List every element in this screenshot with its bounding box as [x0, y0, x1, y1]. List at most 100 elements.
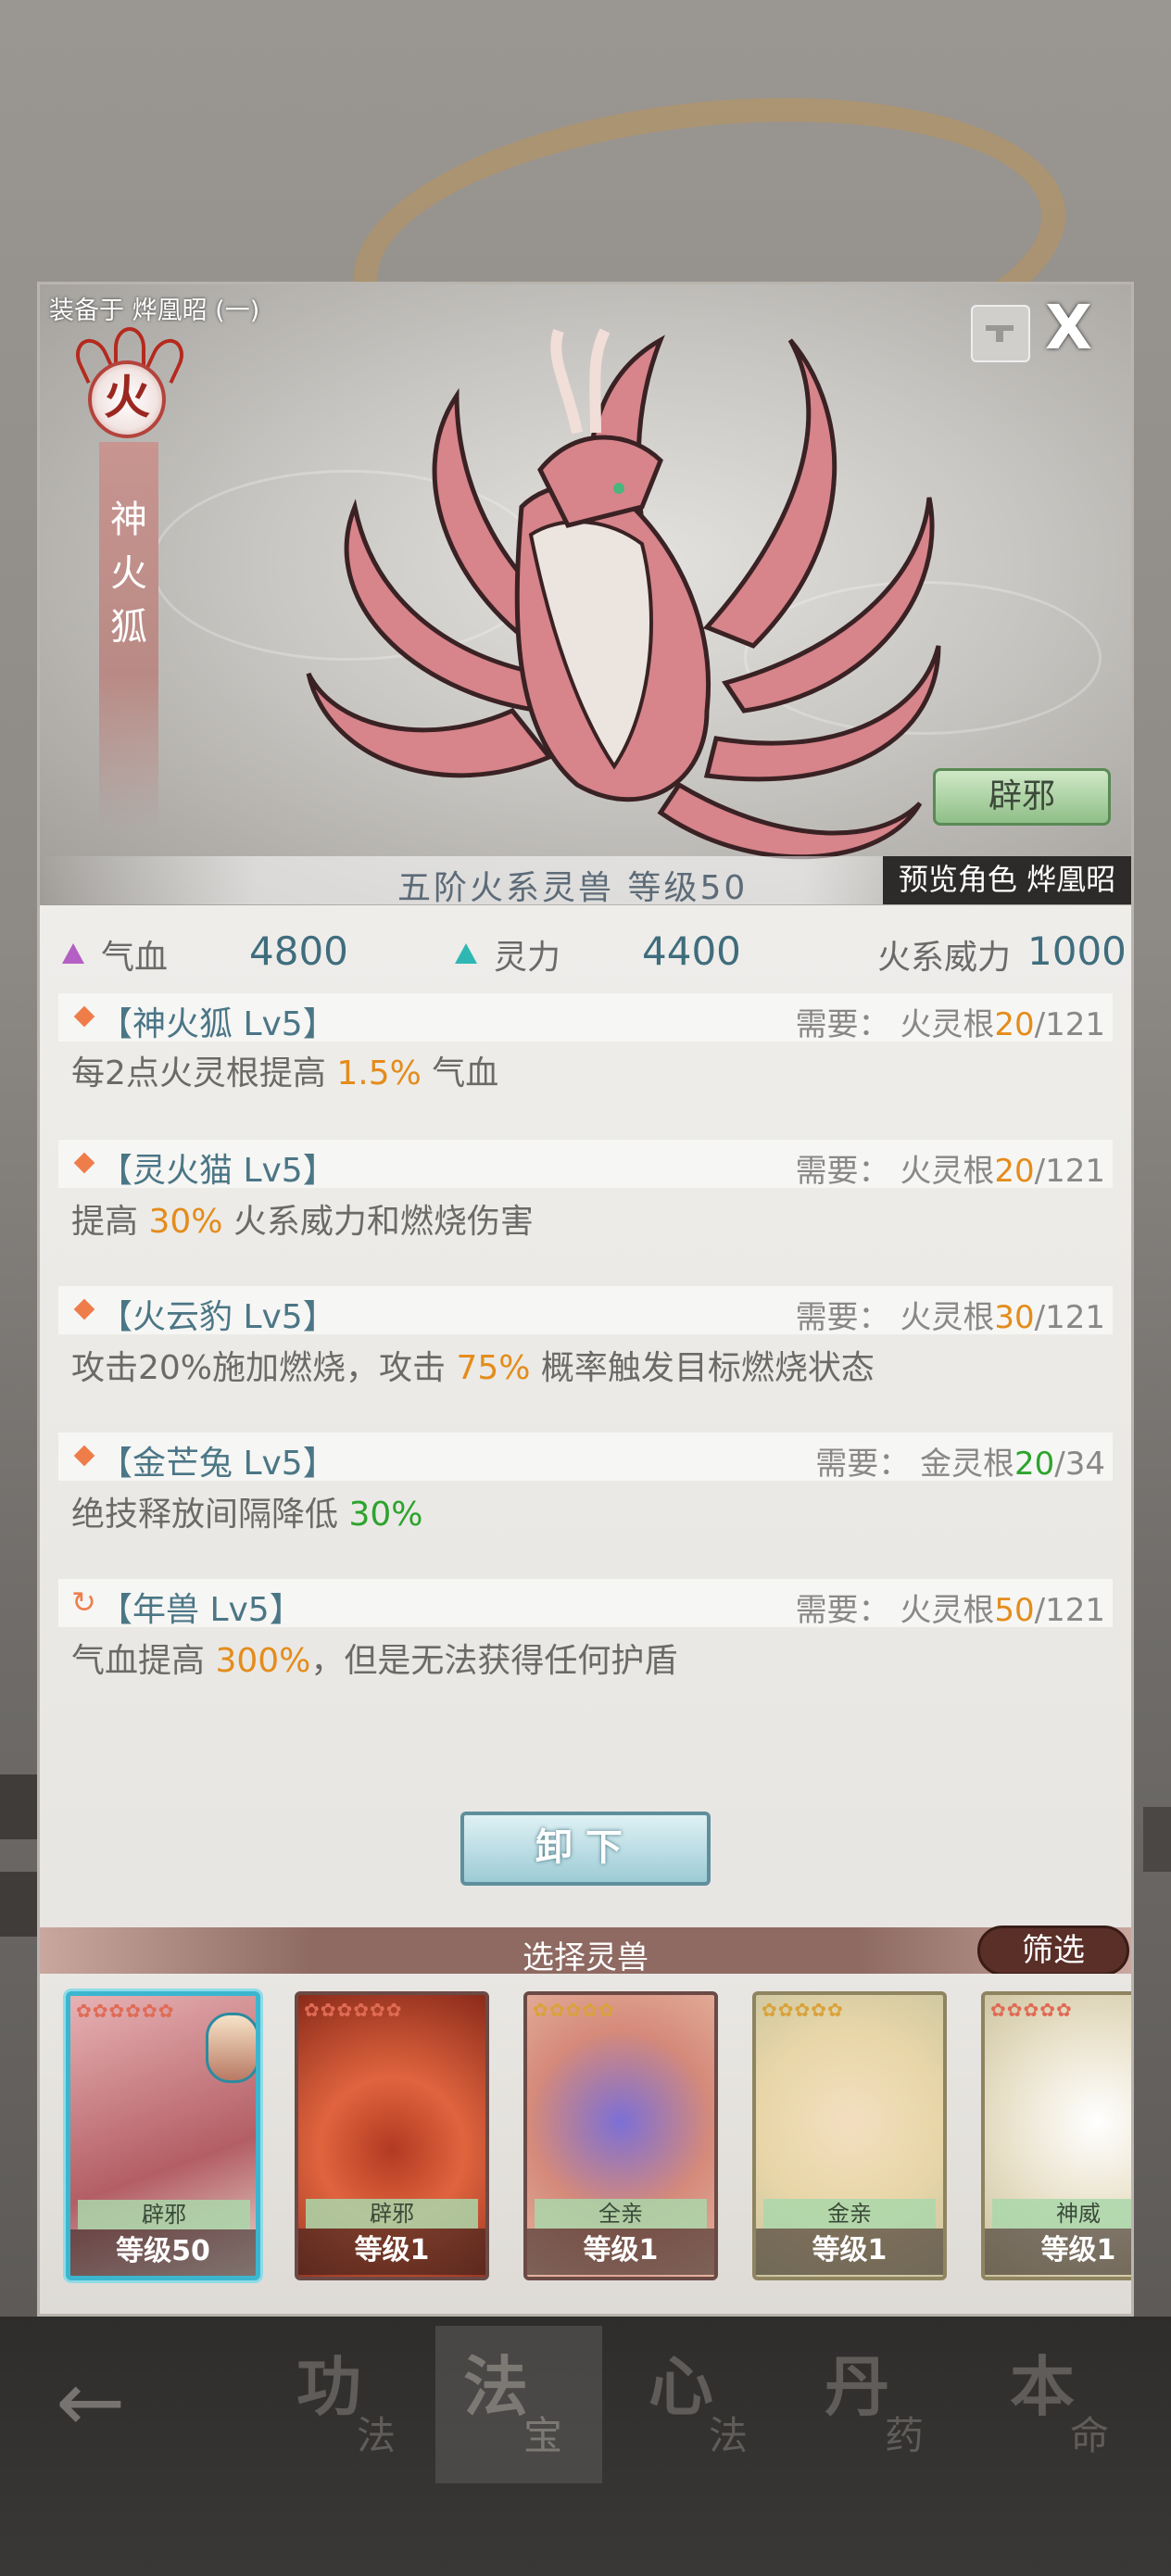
- fire-power-label: 火系威力: [877, 939, 1012, 977]
- pin-icon-stem: [996, 331, 1003, 342]
- diamond-icon: [73, 1152, 95, 1174]
- req-max: /121: [1034, 1299, 1105, 1336]
- req-current: 20: [994, 1006, 1035, 1043]
- beast-card[interactable]: ✿✿✿✿✿✿ 辟邪 等级50: [66, 1991, 260, 2280]
- close-button[interactable]: X: [1045, 292, 1092, 363]
- req-max: /121: [1034, 1006, 1105, 1043]
- skill-name: 【神火狐 Lv5】: [99, 1005, 336, 1043]
- skill-name: 【年兽 Lv5】: [99, 1591, 303, 1629]
- skill-requirement: 需要： 金灵根20/34: [815, 1438, 1105, 1484]
- stat-row: 气血 4800 灵力 4400 火系威力 1000: [40, 928, 1131, 977]
- skill-header: 【金芒兔 Lv5】 需要： 金灵根20/34: [58, 1433, 1113, 1484]
- card-trait-tag: 全亲: [535, 2199, 707, 2229]
- beast-card[interactable]: ✿✿✿✿✿ 全亲 等级1: [523, 1991, 718, 2280]
- fire-fox-illustration: [306, 328, 941, 860]
- skill-requirement: 需要： 火灵根30/121: [796, 1292, 1105, 1337]
- desc-text: 绝技释放间隔降低: [71, 1496, 349, 1534]
- req-prefix: 需要： 火灵根: [795, 1153, 995, 1190]
- card-trait-tag: 辟邪: [306, 2199, 478, 2229]
- req-current: 50: [994, 1592, 1035, 1629]
- equipped-on-label: 装备于 烨凰昭 (一): [49, 297, 260, 325]
- skill-description: 绝技释放间隔降低 30%: [71, 1487, 422, 1535]
- req-prefix: 需要： 火灵根: [795, 1299, 995, 1336]
- card-level: 等级1: [298, 2229, 485, 2275]
- preview-character-button[interactable]: 预览角色 烨凰昭: [883, 856, 1131, 904]
- nav-tab-fabao[interactable]: 法 宝: [435, 2326, 602, 2483]
- skill-requirement: 需要： 火灵根20/121: [796, 1145, 1105, 1191]
- card-level: 等级1: [756, 2229, 943, 2275]
- skill-name: 【火云豹 Lv5】: [99, 1298, 336, 1336]
- card-level: 等级1: [985, 2229, 1131, 2275]
- req-max: /121: [1034, 1153, 1105, 1190]
- card-level: 等级1: [527, 2229, 714, 2275]
- req-current: 30: [994, 1299, 1035, 1336]
- back-arrow-icon[interactable]: ←: [56, 2354, 125, 2451]
- sp-triangle-icon: [455, 943, 477, 964]
- nav-tab-gongfa[interactable]: 功 法: [269, 2326, 435, 2483]
- nav-tab-sub: 药: [885, 2413, 925, 2458]
- desc-text: 提高: [71, 1203, 149, 1241]
- desc-highlight: 300%: [215, 1642, 311, 1680]
- beast-portrait-area: 装备于 烨凰昭 (一) X 火 神火狐 辟邪 五阶火系灵兽 等级50 预览角色 …: [40, 284, 1131, 907]
- card-trait-tag: 金亲: [763, 2199, 936, 2229]
- select-beast-title: 选择灵兽: [523, 1939, 648, 1976]
- req-prefix: 需要： 火灵根: [795, 1592, 995, 1629]
- desc-text: 攻击20%施加燃烧，攻击: [71, 1349, 457, 1387]
- nav-tab-xinfa[interactable]: 心 法: [621, 2326, 787, 2483]
- desc-text: 气血: [421, 1054, 499, 1092]
- req-prefix: 需要： 金灵根: [815, 1446, 1015, 1483]
- skill-header: ↻ 【年兽 Lv5】 需要： 火灵根50/121: [58, 1579, 1113, 1630]
- skill-name: 【金芒兔 Lv5】: [99, 1445, 336, 1483]
- req-prefix: 需要： 火灵根: [795, 1006, 995, 1043]
- avatar: [206, 2013, 256, 2083]
- filter-button[interactable]: 筛选: [977, 1926, 1129, 1976]
- desc-text: ，但是无法获得任何护盾: [310, 1642, 678, 1680]
- nav-tab-sub: 法: [709, 2413, 749, 2458]
- desc-highlight: 30%: [348, 1496, 423, 1534]
- skill-requirement: 需要： 火灵根20/121: [796, 999, 1105, 1044]
- nav-tab-sub: 法: [357, 2413, 397, 2458]
- diamond-icon: [73, 1445, 95, 1467]
- req-current: 20: [1014, 1446, 1055, 1483]
- skill-name: 【灵火猫 Lv5】: [99, 1152, 336, 1190]
- skill-description: 提高 30% 火系威力和燃烧伤害: [71, 1194, 534, 1243]
- nav-tab-main: 法: [463, 2349, 528, 2425]
- desc-highlight: 1.5%: [336, 1054, 422, 1092]
- star-pips-icon: ✿✿✿✿✿: [762, 1999, 844, 2021]
- star-pips-icon: ✿✿✿✿✿: [990, 1999, 1073, 2021]
- desc-text: 概率触发目标燃烧状态: [530, 1349, 875, 1387]
- nav-tab-main: 功: [296, 2349, 361, 2425]
- nav-tab-sub: 宝: [523, 2413, 563, 2458]
- nav-tab-sub: 命: [1070, 2413, 1110, 2458]
- lock-button[interactable]: [971, 305, 1030, 362]
- beast-card[interactable]: ✿✿✿✿✿ 金亲 等级1: [752, 1991, 947, 2280]
- req-max: /121: [1034, 1592, 1105, 1629]
- beast-card[interactable]: ✿✿✿✿✿ 神威 等级1: [981, 1991, 1131, 2280]
- diamond-icon: [73, 1298, 95, 1320]
- req-current: 20: [994, 1153, 1035, 1190]
- unequip-button[interactable]: 卸下: [460, 1812, 711, 1886]
- recycle-icon: ↻: [71, 1585, 96, 1620]
- desc-highlight: 30%: [148, 1203, 223, 1241]
- nav-tab-main: 本: [1010, 2349, 1075, 2425]
- star-pips-icon: ✿✿✿✿✿✿: [304, 1999, 403, 2021]
- desc-text: 气血提高: [71, 1642, 216, 1680]
- skill-header: 【神火狐 Lv5】 需要： 火灵根20/121: [58, 993, 1113, 1044]
- skill-description: 气血提高 300%，但是无法获得任何护盾: [71, 1634, 677, 1682]
- diamond-icon: [73, 1005, 95, 1028]
- skill-requirement: 需要： 火灵根50/121: [796, 1585, 1105, 1630]
- fire-element-badge: 火: [88, 360, 166, 438]
- card-trait-tag: 神威: [992, 2199, 1131, 2229]
- spirit-beast-detail-panel: 装备于 烨凰昭 (一) X 火 神火狐 辟邪 五阶火系灵兽 等级50 预览角色 …: [37, 282, 1134, 2317]
- hp-value: 4800: [249, 928, 348, 974]
- card-trait-tag: 辟邪: [78, 2200, 250, 2229]
- nav-tab-danyao[interactable]: 丹 药: [797, 2326, 963, 2483]
- star-pips-icon: ✿✿✿✿✿✿: [76, 2000, 175, 2022]
- sp-value: 4400: [642, 928, 741, 974]
- beast-name: 神火狐: [110, 499, 147, 649]
- beast-card[interactable]: ✿✿✿✿✿✿ 辟邪 等级1: [295, 1991, 489, 2280]
- skill-description: 攻击20%施加燃烧，攻击 75% 概率触发目标燃烧状态: [71, 1341, 875, 1389]
- nav-tab-benming[interactable]: 本 命: [982, 2326, 1149, 2483]
- skill-header: 【火云豹 Lv5】 需要： 火灵根30/121: [58, 1286, 1113, 1337]
- card-level: 等级50: [70, 2229, 256, 2276]
